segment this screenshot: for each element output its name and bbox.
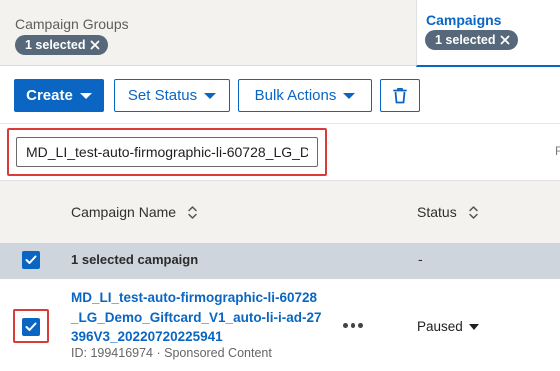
status-dropdown-value: Paused [417, 319, 463, 334]
more-options-icon[interactable] [343, 323, 364, 329]
close-icon[interactable] [90, 40, 100, 50]
campaign-meta: ID: 199416974 · Sponsored Content [71, 346, 272, 360]
selection-summary-label: 1 selected campaign [71, 252, 199, 267]
caret-down-icon [468, 323, 479, 330]
sort-icon [188, 205, 197, 219]
bulk-actions-button[interactable]: Bulk Actions [238, 79, 372, 112]
selection-summary-status: - [418, 251, 423, 267]
selection-summary-row: 1 selected campaign - [0, 243, 560, 279]
chip-label: 1 selected [435, 33, 496, 47]
column-header-campaign-name[interactable]: Campaign Name [71, 204, 198, 220]
chip-label: 1 selected [25, 38, 86, 52]
table-header: Campaign Name Status [0, 181, 560, 243]
search-bar: F [0, 123, 560, 181]
caret-down-icon [204, 92, 217, 99]
tab-campaigns-title: Campaigns [426, 12, 502, 28]
campaign-name-link[interactable]: MD_LI_test-auto-firmographic-li-60728 _L… [71, 288, 331, 347]
column-header-label: Campaign Name [71, 204, 177, 220]
campaign-name-line: _LG_Demo_Giftcard_V1_auto-li-i-ad-27 [71, 309, 322, 325]
campaign-groups-selected-chip[interactable]: 1 selected [15, 35, 109, 55]
checkmark-icon [25, 322, 37, 331]
caret-down-icon [343, 92, 356, 99]
sort-icon [468, 205, 478, 219]
delete-button[interactable] [380, 79, 420, 112]
bulk-actions-button-label: Bulk Actions [254, 87, 337, 104]
row-checkbox[interactable] [22, 318, 40, 336]
entity-tabs: Campaign Groups 1 selected Campaigns 1 s… [0, 0, 560, 67]
tab-campaigns[interactable]: Campaigns 1 selected [416, 0, 560, 67]
action-toolbar: Create Set Status Bulk Actions [0, 67, 560, 123]
tab-campaign-groups[interactable]: Campaign Groups 1 selected [0, 0, 416, 66]
close-icon[interactable] [500, 35, 510, 45]
checkmark-icon [25, 255, 37, 264]
column-header-status[interactable]: Status [417, 204, 479, 220]
set-status-button[interactable]: Set Status [114, 79, 230, 112]
tab-campaign-groups-title: Campaign Groups [15, 16, 129, 32]
table-row: MD_LI_test-auto-firmographic-li-60728 _L… [0, 279, 560, 371]
create-button-label: Create [26, 87, 73, 104]
campaigns-selected-chip[interactable]: 1 selected [425, 30, 519, 50]
trash-icon [393, 88, 407, 104]
search-trailing-text: F [555, 144, 560, 158]
campaign-name-line: MD_LI_test-auto-firmographic-li-60728 [71, 290, 318, 305]
column-header-label: Status [417, 204, 457, 220]
caret-down-icon [79, 92, 92, 99]
create-button[interactable]: Create [14, 79, 104, 112]
select-all-checkbox[interactable] [22, 251, 40, 269]
search-input[interactable] [16, 137, 318, 167]
set-status-button-label: Set Status [127, 87, 198, 104]
status-dropdown[interactable]: Paused [417, 319, 479, 334]
campaign-name-line: 396V3_20220720225941 [71, 329, 223, 344]
